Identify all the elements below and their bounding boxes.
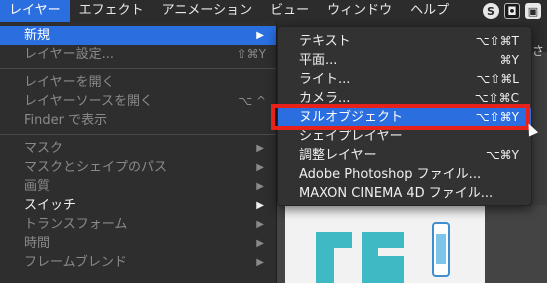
menu-item-reveal-in-finder-label: Finder で表示 <box>24 113 108 128</box>
submenu-item-photoshop-file[interactable]: Adobe Photoshop ファイル... <box>278 165 531 184</box>
menu-item-switches-label: スイッチ <box>24 198 77 213</box>
submenu-item-camera-label: カメラ... <box>299 91 351 106</box>
menu-item-transform-label: トランスフォーム <box>24 217 128 232</box>
shortcut-label: ⌥⌘Y <box>485 148 519 162</box>
menu-item-time[interactable]: 時間 ▶ <box>0 234 276 253</box>
menu-window[interactable]: ウィンドウ <box>318 0 401 22</box>
submenu-item-camera[interactable]: カメラ... ⌥⇧⌘C <box>278 89 531 108</box>
shortcut-label: ⌥ ^ <box>238 94 266 108</box>
submenu-item-text-label: テキスト <box>299 34 351 49</box>
menu-item-open-layer[interactable]: レイヤーを開く <box>0 73 276 92</box>
shortcut-label: ⌥⇧⌘C <box>474 91 519 105</box>
menu-item-open-layer-label: レイヤーを開く <box>24 75 115 90</box>
menu-item-quality[interactable]: 画質 ▶ <box>0 177 276 196</box>
submenu-item-shape-layer-label: シェイプレイヤー <box>299 129 403 144</box>
menu-item-mask-and-shape-path[interactable]: マスクとシェイプのパス ▶ <box>0 158 276 177</box>
submenu-item-solid-label: 平面... <box>299 53 338 68</box>
menu-item-new-label: 新規 <box>24 28 51 43</box>
menu-item-quality-label: 画質 <box>24 179 51 194</box>
menu-separator <box>0 68 276 69</box>
submenu-arrow-icon: ▶ <box>256 181 264 192</box>
menu-effect[interactable]: エフェクト <box>70 0 153 22</box>
submenu-item-solid[interactable]: 平面... ⌘Y <box>278 51 531 70</box>
menu-item-transform[interactable]: トランスフォーム ▶ <box>0 215 276 234</box>
menu-item-time-label: 時間 <box>24 236 51 251</box>
submenu-item-adjustment-layer-label: 調整レイヤー <box>299 148 377 163</box>
submenu-item-null-object[interactable]: ヌルオブジェクト ⌥⇧⌘Y <box>278 108 531 127</box>
menu-layer[interactable]: レイヤー <box>0 0 70 22</box>
submenu-item-adjustment-layer[interactable]: 調整レイヤー ⌥⌘Y <box>278 146 531 165</box>
submenu-item-photoshop-file-label: Adobe Photoshop ファイル... <box>299 167 482 182</box>
app-icon[interactable]: ▣ <box>525 3 541 19</box>
pocket-icon[interactable]: ◘ <box>504 3 520 19</box>
submenu-item-text[interactable]: テキスト ⌥⇧⌘T <box>278 32 531 51</box>
submenu-arrow-icon: ▶ <box>256 219 264 230</box>
menu-item-mask[interactable]: マスク ▶ <box>0 139 276 158</box>
submenu-arrow-icon: ▶ <box>256 257 264 268</box>
new-submenu: テキスト ⌥⇧⌘T 平面... ⌘Y ライト... ⌥⇧⌘L カメラ... ⌥⇧… <box>277 26 532 206</box>
shortcut-label: ⇧⌘Y <box>236 47 266 61</box>
submenu-item-cinema4d-file[interactable]: MAXON CINEMA 4D ファイル... <box>278 184 531 203</box>
submenu-item-light-label: ライト... <box>299 72 351 87</box>
submenu-item-shape-layer[interactable]: シェイプレイヤー <box>278 127 531 146</box>
submenu-arrow-icon: ▶ <box>256 162 264 173</box>
menu-item-frame-blending[interactable]: フレームブレンド ▶ <box>0 253 276 272</box>
shortcut-label: ⌥⇧⌘T <box>475 34 519 48</box>
menu-item-mask-and-shape-path-label: マスクとシェイプのパス <box>24 160 168 175</box>
menubar: レイヤー エフェクト アニメーション ビュー ウィンドウ ヘルプ S ◘ ▣ <box>0 0 547 22</box>
shortcut-label: ⌘Y <box>499 53 519 67</box>
submenu-arrow-icon: ▶ <box>256 200 264 211</box>
submenu-item-null-object-label: ヌルオブジェクト <box>299 110 404 125</box>
menu-item-switches[interactable]: スイッチ ▶ <box>0 196 276 215</box>
shortcut-label: ⌥⇧⌘Y <box>475 110 519 124</box>
menu-help[interactable]: ヘルプ <box>401 0 458 22</box>
menu-item-reveal-in-finder[interactable]: Finder で表示 <box>0 111 276 130</box>
menu-item-layer-settings-label: レイヤー設定... <box>24 47 115 62</box>
menu-item-new[interactable]: 新規 ▶ <box>0 26 276 45</box>
menu-item-open-layer-source-label: レイヤーソースを開く <box>24 94 153 109</box>
submenu-item-light[interactable]: ライト... ⌥⇧⌘L <box>278 70 531 89</box>
logo-graphic <box>316 232 404 283</box>
submenu-item-cinema4d-file-label: MAXON CINEMA 4D ファイル... <box>299 186 494 201</box>
phone-graphic <box>432 222 450 277</box>
submenu-arrow-icon: ▶ <box>256 30 264 41</box>
menu-view[interactable]: ビュー <box>261 0 318 22</box>
layer-menu-dropdown: 新規 ▶ レイヤー設定... ⇧⌘Y レイヤーを開く レイヤーソースを開く ⌥ … <box>0 22 277 283</box>
submenu-arrow-icon: ▶ <box>256 143 264 154</box>
menu-item-mask-label: マスク <box>24 141 64 156</box>
menu-item-frame-blending-label: フレームブレンド <box>24 255 127 270</box>
menu-separator <box>0 134 276 135</box>
menu-item-layer-settings[interactable]: レイヤー設定... ⇧⌘Y <box>0 45 276 64</box>
menu-animation[interactable]: アニメーション <box>153 0 261 22</box>
shortcut-label: ⌥⇧⌘L <box>476 72 519 86</box>
submenu-arrow-icon: ▶ <box>256 238 264 249</box>
skype-icon[interactable]: S <box>483 3 499 19</box>
menu-item-open-layer-source[interactable]: レイヤーソースを開く ⌥ ^ <box>0 92 276 111</box>
